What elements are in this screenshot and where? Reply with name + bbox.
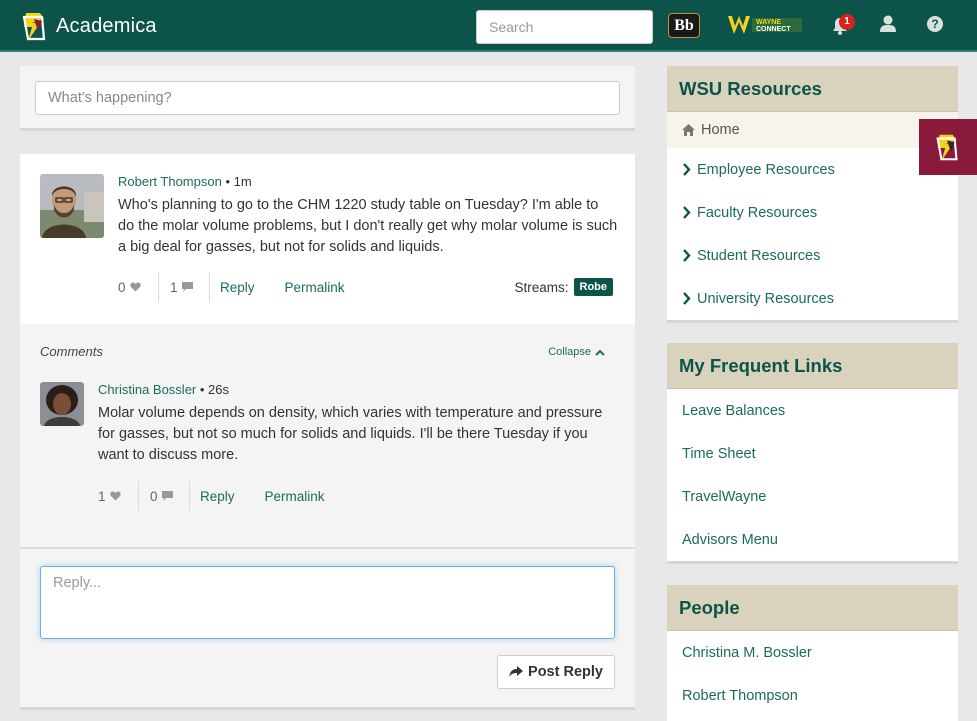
panel-heading: My Frequent Links — [667, 343, 958, 389]
top-navbar: Academica Bb WAYNE CONNECT 1 ? — [0, 0, 977, 52]
sidebar-item-label: University Resources — [697, 290, 834, 307]
comment-like-count: 1 — [98, 488, 106, 504]
post-reply-label: Post Reply — [528, 664, 603, 680]
comment-author-avatar[interactable] — [40, 382, 84, 426]
wayne-connect-logo[interactable]: WAYNE CONNECT — [726, 12, 804, 38]
comment-icon — [161, 491, 173, 501]
divider — [209, 272, 210, 302]
search-input[interactable] — [476, 10, 653, 44]
post-author-link[interactable]: Robert Thompson — [118, 174, 222, 189]
post-actions: 0 1 Reply Permalink — [118, 272, 345, 302]
chevron-right-icon — [683, 206, 691, 219]
sidebar-item-label: Faculty Resources — [697, 204, 818, 221]
post-permalink[interactable]: Permalink — [285, 280, 345, 295]
panel-heading: People — [667, 585, 958, 631]
chevron-up-icon — [595, 349, 605, 356]
heart-icon — [129, 282, 141, 292]
person-link[interactable]: Christina M. Bossler — [667, 631, 958, 674]
frequent-link-leave-balances[interactable]: Leave Balances — [667, 389, 958, 432]
sidebar-item-student-resources[interactable]: Student Resources — [667, 234, 958, 277]
post-comment-count-button[interactable]: 1 — [159, 280, 209, 295]
sidebar-item-label: Employee Resources — [697, 161, 835, 178]
people-panel: People Christina M. Bossler Robert Thomp… — [667, 585, 958, 721]
sidebar-item-university-resources[interactable]: University Resources — [667, 277, 958, 320]
sidebar-item-home[interactable]: Home — [667, 112, 958, 148]
wayne-connect-icon: WAYNE CONNECT — [726, 13, 804, 37]
chevron-right-icon — [683, 163, 691, 176]
comment-actions: 1 0 Reply Permalink — [98, 481, 325, 511]
post-time: • 1m — [225, 174, 252, 189]
status-panel — [20, 66, 635, 131]
blackboard-icon[interactable]: Bb — [668, 13, 700, 38]
comment-comment-count: 0 — [150, 488, 158, 504]
post-meta: Robert Thompson • 1m — [118, 174, 252, 189]
post-like-button[interactable]: 0 — [118, 280, 158, 295]
academica-logo-icon — [22, 13, 46, 41]
sidebar-item-faculty-resources[interactable]: Faculty Resources — [667, 191, 958, 234]
sidebar-item-employee-resources[interactable]: Employee Resources — [667, 148, 958, 191]
comment-meta: Christina Bossler • 26s — [98, 382, 229, 397]
question-icon[interactable]: ? — [927, 16, 943, 32]
academica-floating-button[interactable] — [919, 119, 977, 175]
user-menu-button[interactable] — [879, 15, 897, 33]
home-icon — [682, 124, 695, 136]
wayne-connect-line1: WAYNE — [756, 19, 781, 26]
comments-heading: Comments — [40, 344, 103, 359]
heart-icon — [109, 491, 121, 501]
app-name: Academica — [56, 14, 157, 37]
comment-author-link[interactable]: Christina Bossler — [98, 382, 196, 397]
comment-time: • 26s — [199, 382, 230, 397]
status-input[interactable] — [35, 81, 620, 115]
avatar-image — [40, 382, 84, 426]
reply-textarea[interactable] — [40, 566, 615, 639]
post-like-count: 0 — [118, 279, 126, 295]
chevron-right-icon — [683, 292, 691, 305]
post-comment-count: 1 — [170, 279, 178, 295]
collapse-label: Collapse — [548, 346, 591, 358]
comment-permalink[interactable]: Permalink — [265, 489, 325, 504]
wsu-resources-panel: WSU Resources Home Employee Resources Fa… — [667, 66, 958, 323]
notification-count-badge: 1 — [839, 14, 855, 30]
comment-comment-count-button[interactable]: 0 — [139, 489, 189, 504]
frequent-link-advisors-menu[interactable]: Advisors Menu — [667, 518, 958, 561]
avatar-image — [40, 174, 104, 238]
wayne-connect-line2: CONNECT — [756, 26, 791, 33]
sidebar-item-label: Home — [701, 122, 740, 138]
academica-badge-icon — [936, 134, 958, 162]
frequent-links-panel: My Frequent Links Leave Balances Time Sh… — [667, 343, 958, 564]
collapse-comments-button[interactable]: Collapse — [548, 346, 605, 358]
post-body: Who's planning to go to the CHM 1220 stu… — [118, 197, 618, 255]
post-streams: Streams: Robe — [514, 278, 613, 296]
post-card: Robert Thompson • 1m Who's planning to g… — [20, 154, 635, 710]
divider — [189, 481, 190, 511]
stream-badge[interactable]: Robe — [573, 278, 613, 296]
comment-body: Molar volume depends on density, which v… — [98, 405, 603, 463]
panel-heading: WSU Resources — [667, 66, 958, 112]
comment-reply-link[interactable]: Reply — [200, 489, 235, 504]
frequent-link-travelwayne[interactable]: TravelWayne — [667, 475, 958, 518]
streams-label: Streams: — [514, 279, 569, 295]
post-main: Robert Thompson • 1m Who's planning to g… — [20, 154, 635, 324]
user-icon — [880, 15, 896, 32]
chevron-right-icon — [683, 249, 691, 262]
frequent-link-time-sheet[interactable]: Time Sheet — [667, 432, 958, 475]
sidebar-item-label: Student Resources — [697, 247, 821, 264]
post-reply-link[interactable]: Reply — [220, 280, 255, 295]
comment-icon — [181, 282, 193, 292]
person-link[interactable]: Robert Thompson — [667, 674, 958, 717]
post-author-avatar[interactable] — [40, 174, 104, 238]
comment-like-button[interactable]: 1 — [98, 489, 138, 504]
post-reply-button[interactable]: Post Reply — [497, 655, 615, 689]
brand-link[interactable]: Academica — [22, 9, 157, 43]
share-arrow-icon — [509, 666, 524, 677]
reply-area: Post Reply — [20, 547, 635, 707]
